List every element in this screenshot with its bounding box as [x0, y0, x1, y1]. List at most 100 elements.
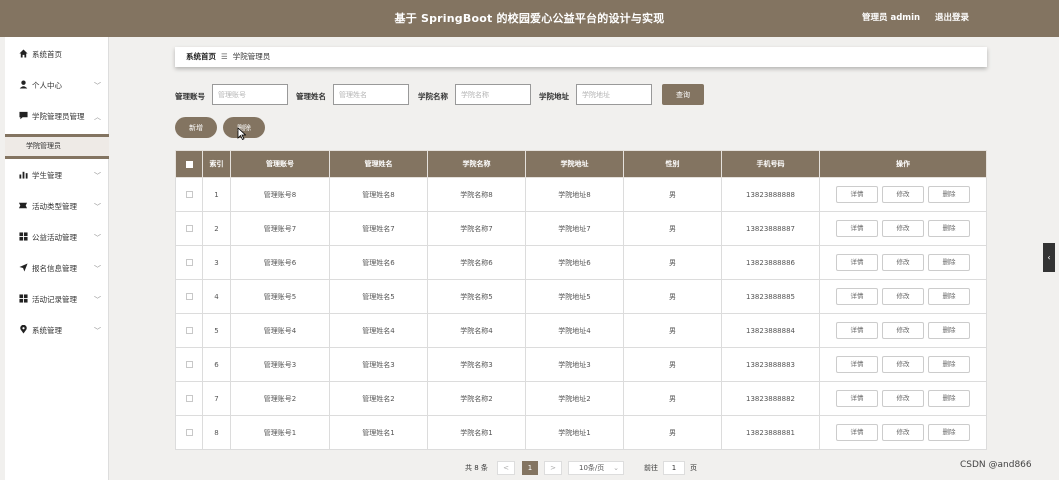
cell-gender: 男 [623, 177, 722, 212]
cell-phone: 13823888881 [721, 415, 820, 450]
table-row: 1 管理账号8 管理姓名8 学院名称8 学院地址8 男 13823888888 详情 修改 删除 [175, 177, 987, 212]
cell-phone: 13823888887 [721, 211, 820, 246]
row-checkbox[interactable] [185, 225, 193, 232]
tag-icon [18, 201, 28, 211]
sidebar-item-home[interactable]: 系统首页 [5, 44, 109, 66]
delete-button[interactable]: 删除 [928, 390, 970, 407]
sidebar: 系统首页 个人中心 ﹀ 学院管理员管理 ︿ 学院管理员 学生管理 ﹀ 活动类型管… [5, 37, 109, 480]
chevron-down-icon: ﹀ [94, 172, 101, 180]
detail-button[interactable]: 详情 [836, 322, 878, 339]
page-size-select[interactable]: 10条/页 ⌄ [568, 461, 624, 475]
pin-icon [18, 324, 28, 335]
chevron-down-icon: ﹀ [94, 203, 101, 211]
search-input-college[interactable] [455, 84, 531, 105]
row-select-cell[interactable] [175, 381, 203, 416]
detail-button[interactable]: 详情 [836, 390, 878, 407]
detail-button[interactable]: 详情 [836, 424, 878, 441]
row-select-cell[interactable] [175, 279, 203, 314]
cell-gender: 男 [623, 211, 722, 246]
add-button[interactable]: 新增 [175, 117, 217, 138]
row-checkbox[interactable] [185, 327, 193, 334]
cell-account: 管理账号4 [230, 313, 330, 348]
row-checkbox[interactable] [185, 395, 193, 402]
sidebar-item-activity-record-mgmt[interactable]: 活动记录管理 ﹀ [5, 289, 109, 311]
cell-name: 管理姓名2 [329, 381, 428, 416]
edit-button[interactable]: 修改 [882, 288, 924, 305]
cell-address: 学院地址4 [525, 313, 624, 348]
edit-button[interactable]: 修改 [882, 186, 924, 203]
sidebar-item-activity-type-mgmt[interactable]: 活动类型管理 ﹀ [5, 196, 109, 218]
cell-index: 4 [202, 279, 231, 314]
row-select-cell[interactable] [175, 245, 203, 280]
delete-button[interactable]: 删除 [928, 186, 970, 203]
pagination-page-unit: 页 [690, 464, 697, 472]
cell-index: 2 [202, 211, 231, 246]
detail-button[interactable]: 详情 [836, 186, 878, 203]
row-checkbox[interactable] [185, 191, 193, 198]
edit-button[interactable]: 修改 [882, 220, 924, 237]
pagination-goto-input[interactable]: 1 [663, 461, 685, 475]
row-checkbox[interactable] [185, 293, 193, 300]
search-input-name[interactable] [333, 84, 409, 105]
row-select-cell[interactable] [175, 177, 203, 212]
row-checkbox[interactable] [185, 429, 193, 436]
row-select-cell[interactable] [175, 313, 203, 348]
pagination-next-button[interactable]: > [544, 461, 562, 475]
detail-button[interactable]: 详情 [836, 254, 878, 271]
user-icon [18, 80, 28, 90]
delete-button[interactable]: 删除 [928, 288, 970, 305]
detail-button[interactable]: 详情 [836, 356, 878, 373]
sidebar-item-label: 系统首页 [32, 50, 62, 59]
cell-index: 3 [202, 245, 231, 280]
delete-button[interactable]: 删除 [928, 254, 970, 271]
pagination-page-1[interactable]: 1 [522, 461, 538, 475]
search-label-account: 管理账号 [175, 92, 205, 101]
sidebar-item-college-admin-mgmt[interactable]: 学院管理员管理 ︿ [5, 106, 109, 128]
sidebar-item-student-mgmt[interactable]: 学生管理 ﹀ [5, 165, 109, 187]
edit-button[interactable]: 修改 [882, 424, 924, 441]
sidebar-item-charity-activity-mgmt[interactable]: 公益活动管理 ﹀ [5, 227, 109, 249]
detail-button[interactable]: 详情 [836, 220, 878, 237]
edit-button[interactable]: 修改 [882, 254, 924, 271]
collapse-tab-chevron-left-icon[interactable]: ‹ [1043, 243, 1055, 272]
cell-gender: 男 [623, 279, 722, 314]
delete-button[interactable]: 删除 [928, 424, 970, 441]
query-button[interactable]: 查询 [662, 84, 704, 105]
select-all-checkbox[interactable] [185, 160, 193, 168]
chevron-up-icon: ︿ [94, 113, 101, 121]
search-input-address[interactable] [576, 84, 652, 105]
sidebar-item-personal-center[interactable]: 个人中心 ﹀ [5, 75, 109, 97]
row-select-cell[interactable] [175, 347, 203, 382]
detail-button[interactable]: 详情 [836, 288, 878, 305]
cell-address: 学院地址8 [525, 177, 624, 212]
cell-index: 7 [202, 381, 231, 416]
search-input-account[interactable] [212, 84, 288, 105]
select-all-cell[interactable] [175, 150, 203, 178]
delete-button[interactable]: 删除 [928, 322, 970, 339]
chat-icon [18, 111, 28, 121]
logout-link[interactable]: 退出登录 [935, 0, 969, 37]
edit-button[interactable]: 修改 [882, 322, 924, 339]
row-select-cell[interactable] [175, 211, 203, 246]
delete-button[interactable]: 删除 [928, 356, 970, 373]
grid-icon [18, 294, 28, 304]
breadcrumb-home[interactable]: 系统首页 [186, 52, 216, 61]
cell-address: 学院地址2 [525, 381, 624, 416]
grid-icon [18, 232, 28, 242]
row-checkbox[interactable] [185, 361, 193, 368]
column-header-college: 学院名称 [427, 150, 526, 178]
sidebar-item-signup-info-mgmt[interactable]: 报名信息管理 ﹀ [5, 258, 109, 280]
sidebar-subitem-college-admin[interactable]: 学院管理员 [5, 134, 109, 159]
sidebar-item-label: 活动类型管理 [32, 202, 77, 211]
sidebar-item-system-mgmt[interactable]: 系统管理 ﹀ [5, 320, 109, 342]
column-header-index: 索引 [202, 150, 231, 178]
delete-button[interactable]: 删除 [928, 220, 970, 237]
row-select-cell[interactable] [175, 415, 203, 450]
row-checkbox[interactable] [185, 259, 193, 266]
send-icon [18, 263, 28, 273]
cell-actions: 详情 修改 删除 [819, 381, 987, 416]
edit-button[interactable]: 修改 [882, 356, 924, 373]
table-header-row: 索引 管理账号 管理姓名 学院名称 学院地址 性别 手机号码 操作 [175, 150, 987, 178]
edit-button[interactable]: 修改 [882, 390, 924, 407]
pagination-prev-button[interactable]: < [497, 461, 515, 475]
